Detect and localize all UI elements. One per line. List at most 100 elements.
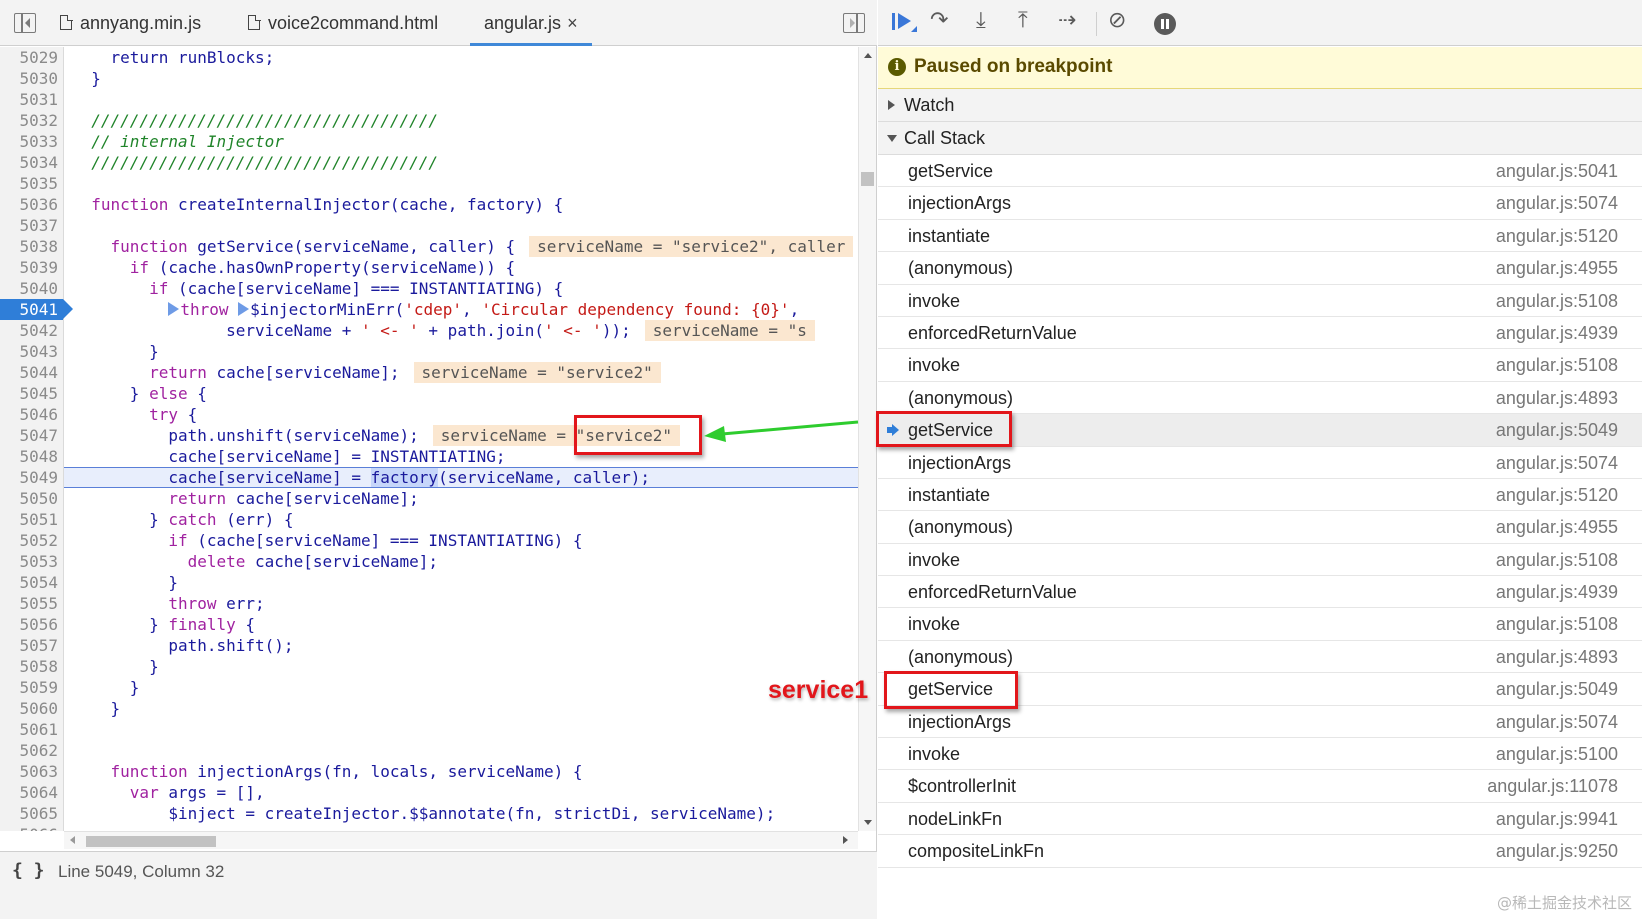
code-line[interactable]: 5055 throw err;: [0, 593, 858, 614]
line-number[interactable]: 5045: [0, 383, 64, 404]
code-line[interactable]: 5041 throw $injectorMinErr('cdep', 'Circ…: [0, 299, 858, 320]
line-number[interactable]: 5063: [0, 761, 64, 782]
call-frame[interactable]: instantiate angular.js:5120: [878, 220, 1642, 253]
call-frame[interactable]: nodeLinkFn angular.js:9941: [878, 803, 1642, 836]
call-stack-section-header[interactable]: Call Stack: [878, 122, 1642, 155]
call-frame[interactable]: getService angular.js:5041: [878, 155, 1642, 188]
frame-location-link[interactable]: angular.js:5074: [1496, 706, 1618, 738]
frame-location-link[interactable]: angular.js:4939: [1496, 576, 1618, 608]
scroll-thumb[interactable]: [861, 172, 874, 186]
pause-on-exceptions-icon[interactable]: [1154, 13, 1176, 35]
code-line[interactable]: 5057 path.shift();: [0, 635, 858, 656]
line-number[interactable]: 5049: [0, 467, 64, 488]
code-line[interactable]: 5032 ///////////////////////////////////…: [0, 110, 858, 131]
line-number[interactable]: 5053: [0, 551, 64, 572]
line-number[interactable]: 5039: [0, 257, 64, 278]
line-number[interactable]: 5033: [0, 131, 64, 152]
code-line[interactable]: 5059 }: [0, 677, 858, 698]
watch-section-header[interactable]: Watch: [878, 89, 1642, 122]
frame-location-link[interactable]: angular.js:5074: [1496, 187, 1618, 219]
line-number[interactable]: 5064: [0, 782, 64, 803]
code-line[interactable]: 5034 ///////////////////////////////////…: [0, 152, 858, 173]
code-line[interactable]: 5058 }: [0, 656, 858, 677]
frame-location-link[interactable]: angular.js:5100: [1496, 738, 1618, 770]
horizontal-scrollbar[interactable]: [64, 831, 858, 849]
frame-location-link[interactable]: angular.js:9941: [1496, 803, 1618, 835]
scroll-left-icon[interactable]: [70, 836, 75, 844]
code-line[interactable]: 5054 }: [0, 572, 858, 593]
code-line[interactable]: 5045 } else {: [0, 383, 858, 404]
code-line[interactable]: 5037: [0, 215, 858, 236]
code-line[interactable]: 5031: [0, 89, 858, 110]
code-line[interactable]: 5056 } finally {: [0, 614, 858, 635]
deactivate-breakpoints-icon[interactable]: ⊘: [1108, 8, 1126, 34]
frame-location-link[interactable]: angular.js:4955: [1496, 511, 1618, 543]
tab-voice2command[interactable]: voice2command.html: [248, 0, 438, 46]
line-number[interactable]: 5032: [0, 110, 64, 131]
line-number[interactable]: 5046: [0, 404, 64, 425]
toggle-navigator-icon[interactable]: [14, 13, 36, 33]
code-line[interactable]: 5030 }: [0, 68, 858, 89]
frame-location-link[interactable]: angular.js:5049: [1496, 414, 1618, 446]
code-line[interactable]: 5029 return runBlocks;: [0, 47, 858, 68]
code-line[interactable]: 5039 if (cache.hasOwnProperty(serviceNam…: [0, 257, 858, 278]
line-number[interactable]: 5043: [0, 341, 64, 362]
close-tab-icon[interactable]: ×: [567, 13, 578, 33]
frame-location-link[interactable]: angular.js:5108: [1496, 544, 1618, 576]
call-frame[interactable]: (anonymous) angular.js:4955: [878, 252, 1642, 285]
line-number[interactable]: 5051: [0, 509, 64, 530]
frame-location-link[interactable]: angular.js:9250: [1496, 835, 1618, 867]
frame-location-link[interactable]: angular.js:5074: [1496, 447, 1618, 479]
line-number[interactable]: 5066: [0, 824, 64, 831]
line-number[interactable]: 5036: [0, 194, 64, 215]
code-line[interactable]: 5052 if (cache[serviceName] === INSTANTI…: [0, 530, 858, 551]
tab-annyang[interactable]: annyang.min.js: [60, 0, 201, 46]
line-number[interactable]: 5048: [0, 446, 64, 467]
frame-location-link[interactable]: angular.js:11078: [1487, 770, 1618, 802]
code-line[interactable]: 5064 var args = [],: [0, 782, 858, 803]
step-into-icon[interactable]: ⤓: [976, 8, 986, 34]
step-out-icon[interactable]: ⤒: [1018, 8, 1028, 34]
line-number[interactable]: 5057: [0, 635, 64, 656]
call-frame[interactable]: invoke angular.js:5108: [878, 349, 1642, 382]
scroll-down-icon[interactable]: [864, 820, 872, 825]
toggle-debugger-icon[interactable]: [843, 13, 865, 33]
line-number[interactable]: 5054: [0, 572, 64, 593]
step-icon[interactable]: ⇢: [1058, 8, 1076, 34]
call-frame[interactable]: $controllerInit angular.js:11078: [878, 770, 1642, 803]
frame-location-link[interactable]: angular.js:5108: [1496, 285, 1618, 317]
scroll-thumb[interactable]: [86, 836, 216, 847]
code-line[interactable]: 5051 } catch (err) {: [0, 509, 858, 530]
code-line[interactable]: 5053 delete cache[serviceName];: [0, 551, 858, 572]
line-number[interactable]: 5065: [0, 803, 64, 824]
code-line[interactable]: 5036 function createInternalInjector(cac…: [0, 194, 858, 215]
code-line[interactable]: 5035: [0, 173, 858, 194]
code-line[interactable]: 5043 }: [0, 341, 858, 362]
line-number[interactable]: 5040: [0, 278, 64, 299]
breakpoint-line-number[interactable]: 5041: [0, 299, 73, 320]
code-line[interactable]: 5066: [0, 824, 858, 831]
line-number[interactable]: 5029: [0, 47, 64, 68]
call-frame[interactable]: invoke angular.js:5108: [878, 285, 1642, 317]
line-number[interactable]: 5050: [0, 488, 64, 509]
call-frame[interactable]: instantiate angular.js:5120: [878, 479, 1642, 512]
call-frame[interactable]: compositeLinkFn angular.js:9250: [878, 835, 1642, 868]
call-frame[interactable]: (anonymous) angular.js:4955: [878, 511, 1642, 544]
pretty-print-icon[interactable]: { }: [12, 860, 45, 881]
frame-location-link[interactable]: angular.js:4955: [1496, 252, 1618, 284]
code-line[interactable]: 5062: [0, 740, 858, 761]
frame-location-link[interactable]: angular.js:5120: [1496, 220, 1618, 252]
frame-location-link[interactable]: angular.js:5120: [1496, 479, 1618, 511]
code-line[interactable]: 5063 function injectionArgs(fn, locals, …: [0, 761, 858, 782]
line-number[interactable]: 5044: [0, 362, 64, 383]
step-over-icon[interactable]: ↷: [930, 8, 948, 34]
frame-location-link[interactable]: angular.js:4893: [1496, 641, 1618, 673]
code-line[interactable]: 5040 if (cache[serviceName] === INSTANTI…: [0, 278, 858, 299]
frame-location-link[interactable]: angular.js:4893: [1496, 382, 1618, 414]
line-number[interactable]: 5062: [0, 740, 64, 761]
line-number[interactable]: 5047: [0, 425, 64, 446]
line-number[interactable]: 5056: [0, 614, 64, 635]
resume-icon[interactable]: [890, 10, 918, 36]
line-number[interactable]: 5055: [0, 593, 64, 614]
line-number[interactable]: 5030: [0, 68, 64, 89]
